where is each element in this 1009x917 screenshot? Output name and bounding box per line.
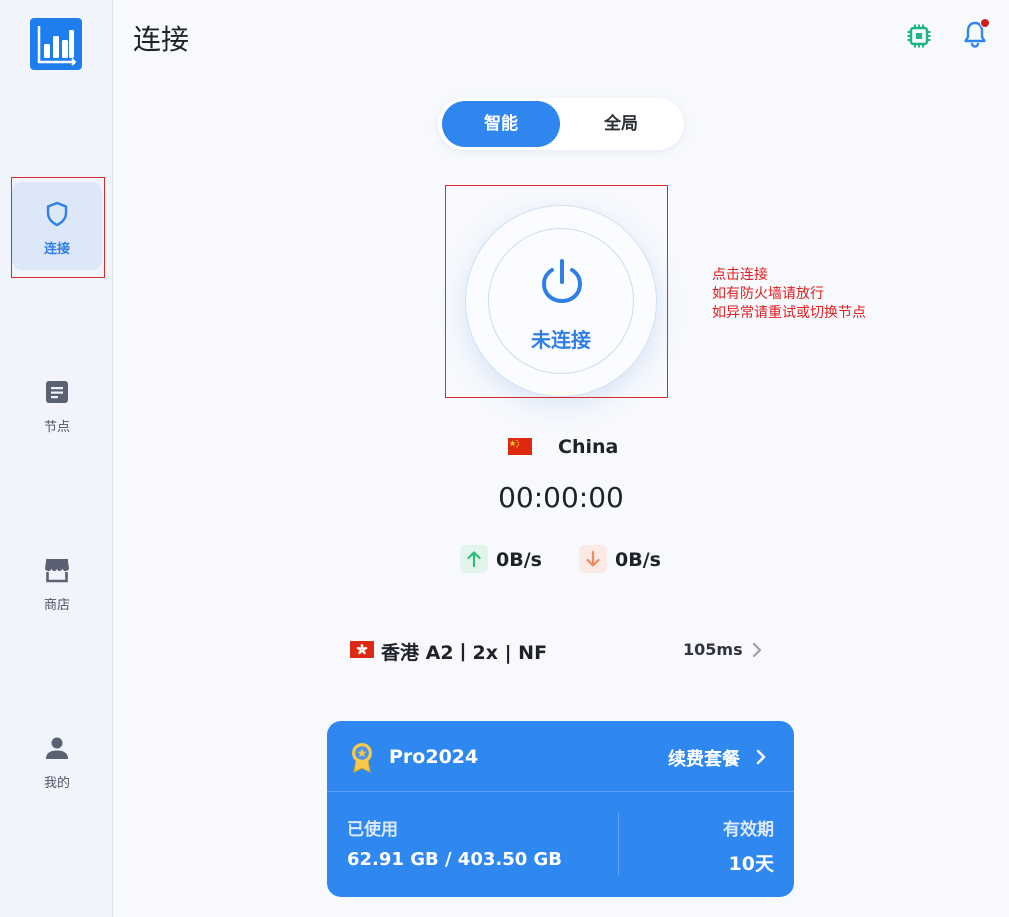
- plan-card: Pro2024 续费套餐 已使用 62.91 GB / 403.50 GB 有效…: [327, 721, 794, 897]
- sidebar-item-store[interactable]: 商店: [12, 538, 102, 626]
- hint-line: 如有防火墙请放行: [712, 286, 824, 302]
- page-title: 连接: [133, 23, 190, 56]
- highlight-box-sidebar: [11, 177, 105, 278]
- sidebar-item-nodes[interactable]: 节点: [12, 360, 102, 448]
- divider: [618, 813, 619, 875]
- download-speed: 0B/s: [615, 549, 661, 571]
- download-icon: [579, 545, 607, 573]
- medal-icon: [352, 743, 372, 773]
- chip-icon[interactable]: [906, 23, 932, 49]
- connect-hint: 点击连接 如有防火墙请放行 如异常请重试或切换节点: [712, 266, 866, 323]
- upload-icon: [460, 545, 488, 573]
- sidebar-item-label: 我的: [43, 776, 70, 791]
- sidebar-item-label: 节点: [43, 420, 70, 435]
- hint-line: 点击连接: [712, 267, 768, 283]
- expiry-label: 有效期: [723, 820, 774, 840]
- hongkong-flag-icon: [350, 641, 374, 658]
- notification-badge: [980, 18, 990, 28]
- renew-plan-button[interactable]: 续费套餐: [668, 745, 740, 771]
- user-icon: [46, 737, 68, 759]
- chevron-right-icon[interactable]: [755, 748, 767, 766]
- mode-global-button[interactable]: 全局: [562, 101, 680, 147]
- connection-timer: 00:00:00: [498, 481, 624, 514]
- bar-chart-logo-icon: [37, 26, 77, 66]
- mode-toggle: 智能 全局: [438, 98, 684, 150]
- sidebar-item-label: 商店: [43, 598, 70, 613]
- usage-value: 62.91 GB / 403.50 GB: [347, 849, 563, 870]
- sidebar-item-profile[interactable]: 我的: [12, 716, 102, 804]
- china-flag-icon: [508, 438, 532, 455]
- divider: [327, 791, 794, 792]
- upload-speed: 0B/s: [496, 549, 542, 571]
- highlight-box-power: [445, 185, 668, 398]
- document-icon: [46, 381, 68, 403]
- hint-line: 如异常请重试或切换节点: [712, 305, 866, 321]
- sidebar: 连接 节点 商店 我的: [0, 0, 113, 917]
- expiry-value: 10天: [728, 853, 774, 875]
- node-name: 香港 A2丨2x | NF: [381, 642, 548, 664]
- mode-smart-button[interactable]: 智能: [442, 101, 560, 147]
- location-country: China: [558, 436, 619, 458]
- node-selector[interactable]: 香港 A2丨2x | NF 105ms: [328, 612, 794, 688]
- usage-label: 已使用: [347, 820, 398, 840]
- chevron-right-icon: [752, 642, 762, 658]
- node-latency: 105ms: [683, 640, 743, 659]
- plan-name: Pro2024: [389, 746, 479, 768]
- store-icon: [45, 559, 69, 583]
- app-logo: [30, 18, 82, 70]
